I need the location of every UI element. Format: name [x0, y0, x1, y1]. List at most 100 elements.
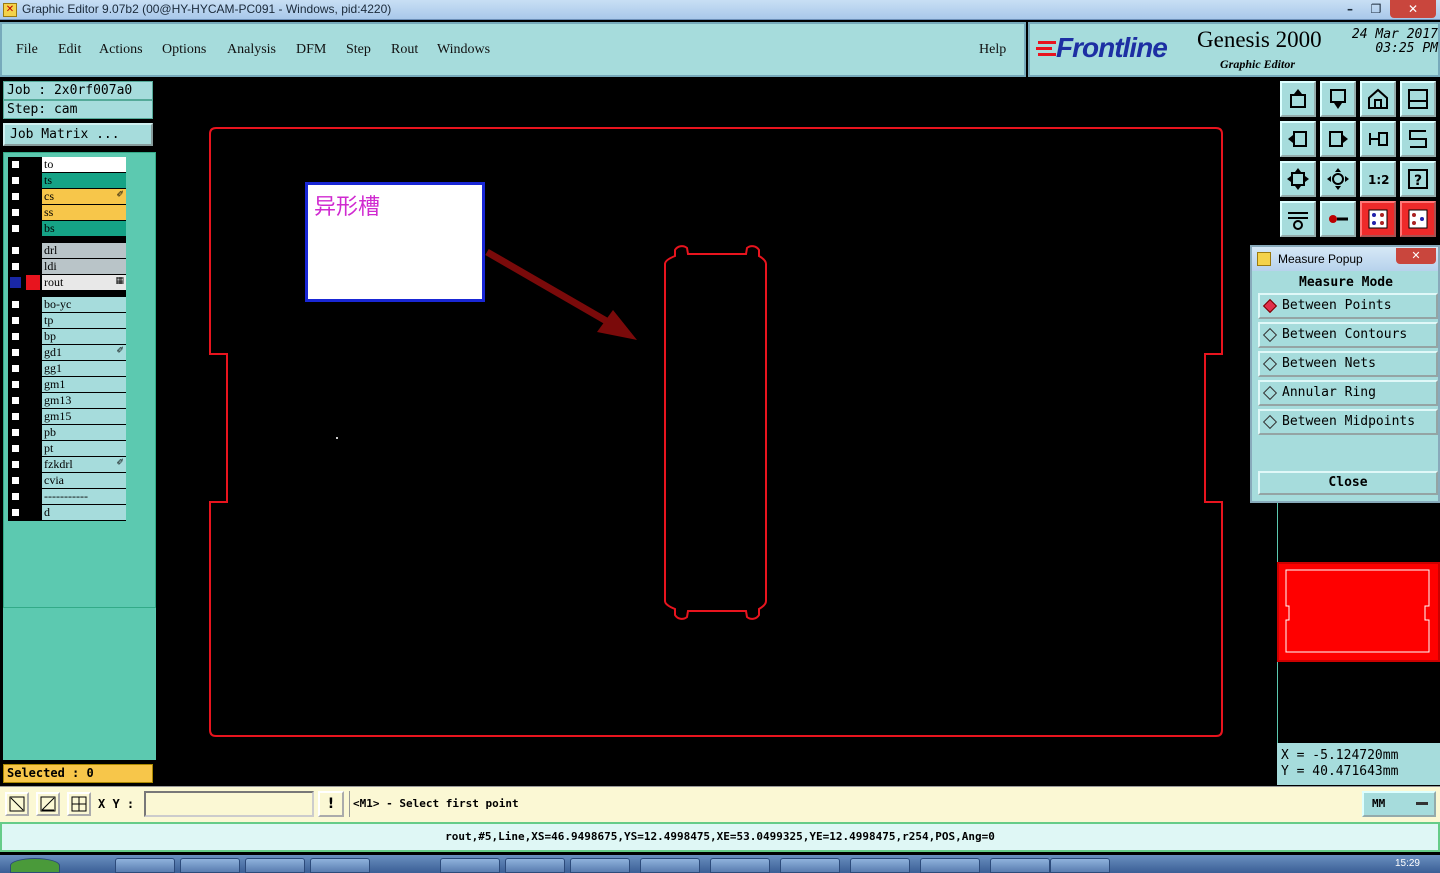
layer-checkbox[interactable]: [10, 443, 21, 454]
layer-row-ss[interactable]: ss: [8, 205, 126, 220]
layer-checkbox[interactable]: [10, 347, 21, 358]
layer-display-swatch[interactable]: [26, 457, 40, 472]
layer-checkbox[interactable]: [10, 245, 21, 256]
layer-row-gm15[interactable]: gm15: [8, 409, 126, 424]
taskbar-item[interactable]: [780, 858, 840, 873]
layer-display-swatch[interactable]: [26, 377, 40, 392]
toolbar-left-icon[interactable]: [1280, 121, 1316, 157]
layer-name[interactable]: gm1: [42, 377, 126, 392]
layer-row-cvia[interactable]: cvia: [8, 473, 126, 488]
layer-row-ldi[interactable]: ldi: [8, 259, 126, 274]
layer-checkbox[interactable]: [10, 261, 21, 272]
layer-name[interactable]: -----------: [42, 489, 126, 504]
taskbar-item[interactable]: [505, 858, 565, 873]
layer-checkbox[interactable]: [10, 475, 21, 486]
option-between-contours[interactable]: Between Contours: [1258, 322, 1438, 348]
layer-checkbox[interactable]: [10, 395, 21, 406]
layer-checkbox[interactable]: [10, 507, 21, 518]
layer-name[interactable]: fzkdrl: [42, 457, 126, 472]
layer-display-swatch[interactable]: [26, 473, 40, 488]
toolbar-window-icon[interactable]: [1400, 81, 1436, 117]
taskbar-item[interactable]: [115, 858, 175, 873]
layer-row-gd1[interactable]: gd1 ✐: [8, 345, 126, 360]
toolbar-netlist-icon[interactable]: [1360, 201, 1396, 237]
layer-checkbox[interactable]: [10, 427, 21, 438]
layer-checkbox[interactable]: [10, 207, 21, 218]
layer-checkbox[interactable]: [10, 315, 21, 326]
layer-row-boyc[interactable]: bo-yc: [8, 297, 126, 312]
xy-input[interactable]: [144, 791, 314, 817]
layer-row-rout[interactable]: rout ▦: [8, 275, 126, 290]
layer-name[interactable]: to: [42, 157, 126, 172]
taskbar-item[interactable]: [710, 858, 770, 873]
layer-display-swatch[interactable]: [26, 441, 40, 456]
layer-checkbox[interactable]: [10, 191, 21, 202]
layer-checkbox[interactable]: [10, 491, 21, 502]
taskbar-item[interactable]: [570, 858, 630, 873]
layer-name[interactable]: bo-yc: [42, 297, 126, 312]
menu-options[interactable]: Options: [162, 42, 206, 58]
minimize-button[interactable]: –: [1336, 0, 1364, 18]
taskbar-item[interactable]: [640, 858, 700, 873]
layer-checkbox[interactable]: [10, 411, 21, 422]
menu-analysis[interactable]: Analysis: [227, 42, 276, 58]
layer-display-swatch[interactable]: [26, 361, 40, 376]
layer-name[interactable]: bs: [42, 221, 126, 236]
measure-tool-icon[interactable]: [36, 792, 60, 816]
layer-name[interactable]: bp: [42, 329, 126, 344]
layer-row-fzkdrl[interactable]: fzkdrl ✐: [8, 457, 126, 472]
layer-row-to[interactable]: to: [8, 157, 126, 172]
layer-name[interactable]: gg1: [42, 361, 126, 376]
layer-row-d[interactable]: d: [8, 505, 126, 520]
option-between-midpoints[interactable]: Between Midpoints: [1258, 409, 1438, 435]
layer-row-gm13[interactable]: gm13: [8, 393, 126, 408]
layer-display-swatch[interactable]: [26, 505, 40, 520]
job-matrix-button[interactable]: Job Matrix ...: [3, 123, 153, 146]
grid-tool-icon[interactable]: [67, 792, 91, 816]
taskbar-item[interactable]: [180, 858, 240, 873]
layer-display-swatch[interactable]: [26, 275, 40, 290]
taskbar-item[interactable]: [1050, 858, 1110, 873]
layer-name[interactable]: gm15: [42, 409, 126, 424]
layer-name[interactable]: ss: [42, 205, 126, 220]
layer-display-swatch[interactable]: [26, 205, 40, 220]
menu-windows[interactable]: Windows: [437, 42, 490, 58]
layer-display-swatch[interactable]: [26, 297, 40, 312]
layer-row-gg1[interactable]: gg1: [8, 361, 126, 376]
measure-popup-close-x[interactable]: ✕: [1396, 248, 1436, 264]
layer-row-gm1[interactable]: gm1: [8, 377, 126, 392]
units-select[interactable]: MM: [1362, 791, 1436, 817]
close-window-button[interactable]: ✕: [1390, 0, 1436, 18]
layer-checkbox[interactable]: [10, 363, 21, 374]
layer-checkbox[interactable]: [10, 277, 21, 288]
layer-display-swatch[interactable]: [26, 329, 40, 344]
toolbar-fit-icon[interactable]: [1280, 161, 1316, 197]
menu-file[interactable]: File: [16, 42, 38, 58]
layer-display-swatch[interactable]: [26, 157, 40, 172]
toolbar-right-icon[interactable]: [1320, 121, 1356, 157]
warning-button[interactable]: !: [318, 791, 344, 817]
layer-display-swatch[interactable]: [26, 173, 40, 188]
layer-name[interactable]: drl: [42, 243, 126, 258]
start-button-icon[interactable]: [10, 858, 60, 873]
option-between-points[interactable]: Between Points: [1258, 293, 1438, 319]
taskbar-item[interactable]: [310, 858, 370, 873]
layer-name[interactable]: d: [42, 505, 126, 520]
taskbar-item[interactable]: [920, 858, 980, 873]
measure-close-button[interactable]: Close: [1258, 471, 1438, 495]
toolbar-scale-icon[interactable]: 1:2: [1360, 161, 1396, 197]
layer-name[interactable]: gd1: [42, 345, 126, 360]
board-overview[interactable]: [1277, 562, 1440, 662]
toolbar-up-icon[interactable]: [1280, 81, 1316, 117]
menu-dfm[interactable]: DFM: [296, 42, 326, 58]
taskbar-item[interactable]: [990, 858, 1050, 873]
layer-display-swatch[interactable]: [26, 393, 40, 408]
menu-rout[interactable]: Rout: [391, 42, 418, 58]
menu-help[interactable]: Help: [979, 42, 1006, 58]
toolbar-center-icon[interactable]: [1320, 161, 1356, 197]
layer-display-swatch[interactable]: [26, 489, 40, 504]
layer-row-drl[interactable]: drl: [8, 243, 126, 258]
layer-row-separator[interactable]: -----------: [8, 489, 126, 504]
menu-edit[interactable]: Edit: [58, 42, 81, 58]
layer-name[interactable]: ts: [42, 173, 126, 188]
